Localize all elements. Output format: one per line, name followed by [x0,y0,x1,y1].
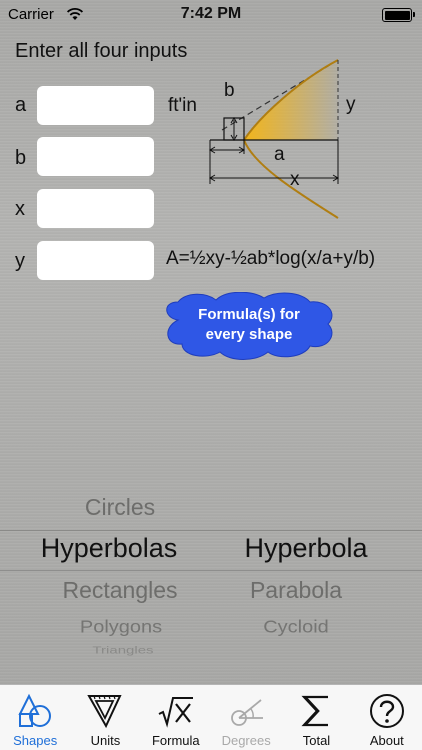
callout-line-1: Formula(s) for [198,306,300,323]
formula-icon [158,697,193,728]
shapes-icon [18,693,52,727]
input-x-field[interactable] [37,189,154,228]
shape-item[interactable]: Parabola [194,577,398,604]
callout-line-2: every shape [205,326,293,343]
tab-degrees[interactable]: Degrees [211,685,281,750]
shape-item[interactable]: Cycloid [194,617,398,638]
hyperbola-diagram: b a y x [209,59,356,219]
shape-picker[interactable]: Circles Hyperbolas Rectangles Polygons T… [0,480,422,680]
callout-text[interactable]: Formula(s) for every shape [172,305,326,345]
battery-icon [382,8,415,22]
picker-selection-bottom [0,570,422,571]
input-a-field[interactable] [37,86,154,125]
diagram-label-a: a [274,144,285,165]
tab-label-formula: Formula [151,733,200,748]
tab-label-degrees: Degrees [221,733,271,748]
total-icon [301,695,329,727]
status-bar: Carrier 7:42 PM [0,0,422,30]
picker-selection-top [0,530,422,531]
units-icon [87,695,123,729]
input-y-field[interactable] [37,241,154,280]
about-icon [369,694,404,728]
category-item[interactable]: Circles [0,494,240,521]
shape-item-selected[interactable]: Hyperbola [194,533,418,564]
input-label-b: b [15,147,27,169]
tab-bar: Shapes Units Formula Degrees Total About [0,684,422,750]
unit-label[interactable]: ft'in [168,95,197,117]
instruction-text: Enter all four inputs [15,40,188,62]
tab-label-shapes: Shapes [13,733,58,748]
tab-label-total: Total [302,733,331,748]
tab-about[interactable]: About [352,685,422,750]
degrees-icon [231,699,264,726]
tab-units[interactable]: Units [70,685,140,750]
tab-formula[interactable]: Formula [141,685,211,750]
tab-label-about: About [369,733,404,748]
formula-text: A=½xy-½ab*log(x/a+y/b) [166,248,376,269]
input-label-a: a [15,94,27,116]
diagram-label-b: b [224,80,235,101]
input-b-field[interactable] [37,137,154,176]
tab-shapes[interactable]: Shapes [0,685,70,750]
shaded-area [244,60,338,140]
diagram-label-y: y [346,94,356,115]
clock: 7:42 PM [180,5,242,22]
diagram-label-x: x [290,169,300,190]
tab-total[interactable]: Total [281,685,351,750]
category-item[interactable]: Triangles [0,645,246,657]
category-item-selected[interactable]: Hyperbolas [0,533,218,564]
tab-label-units: Units [90,733,121,748]
input-label-y: y [15,250,25,272]
input-label-x: x [15,198,25,220]
